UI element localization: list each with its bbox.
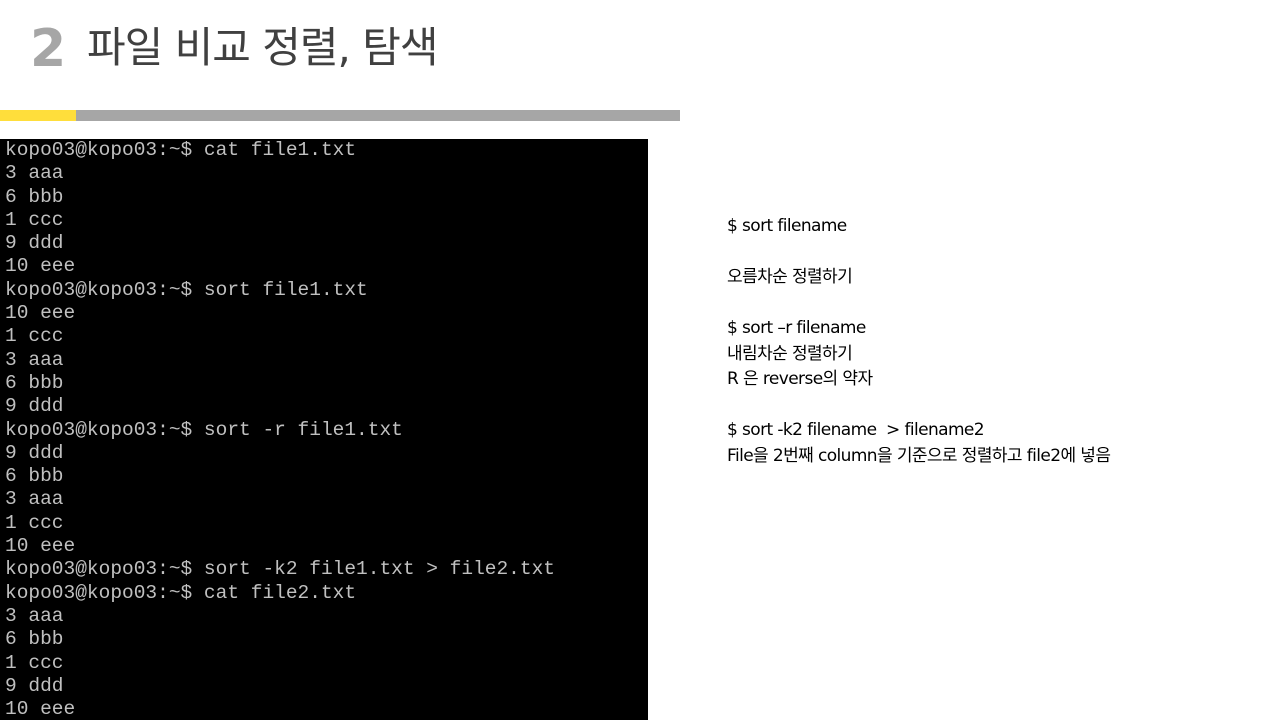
note-sort-command: $ sort filename	[727, 216, 847, 236]
note-reverse-description: 내림차순 정렬하기	[727, 343, 853, 364]
terminal-line: 1 ccc	[5, 208, 64, 231]
terminal-line: 6 bbb	[5, 465, 64, 488]
terminal-line: 3 aaa	[5, 488, 64, 511]
terminal-line: 10 eee	[5, 535, 76, 558]
title-underline-bar	[0, 110, 680, 121]
notes-panel: $ sort filename 오름차순 정렬하기 $ sort –r file…	[727, 214, 1267, 469]
terminal-line: kopo03@kopo03:~$ cat file2.txt	[5, 581, 357, 604]
terminal-line: 6 bbb	[5, 185, 64, 208]
terminal-line: 10 eee	[5, 698, 76, 720]
terminal-line: kopo03@kopo03:~$ sort file1.txt	[5, 278, 368, 301]
terminal-line: 10 eee	[5, 255, 76, 278]
note-spacer	[727, 393, 1267, 419]
terminal-line: 3 aaa	[5, 348, 64, 371]
terminal-line: 9 ddd	[5, 232, 64, 255]
terminal-line: 1 ccc	[5, 651, 64, 674]
terminal-line: 9 ddd	[5, 674, 64, 697]
title-underline-accent	[0, 110, 76, 121]
terminal-line: kopo03@kopo03:~$ cat file1.txt	[5, 139, 357, 161]
terminal-line: 1 ccc	[5, 511, 64, 534]
terminal-line: 6 bbb	[5, 371, 64, 394]
terminal-line: kopo03@kopo03:~$ sort -k2 file1.txt > fi…	[5, 558, 555, 581]
slide-number: 2	[30, 19, 67, 79]
note-spacer	[727, 291, 1267, 317]
terminal-line: 6 bbb	[5, 628, 64, 651]
note-reverse-command: $ sort –r filename	[727, 318, 866, 338]
note-spacer	[727, 240, 1267, 266]
terminal-screenshot: kopo03@kopo03:~$ cat file1.txt 3 aaa 6 b…	[0, 139, 648, 720]
title-underline-rest	[76, 110, 680, 121]
slide-title: 파일 비교 정렬, 탐색	[87, 23, 439, 72]
terminal-line: 9 ddd	[5, 441, 64, 464]
terminal-line: 1 ccc	[5, 325, 64, 348]
terminal-output: kopo03@kopo03:~$ cat file1.txt 3 aaa 6 b…	[0, 139, 648, 720]
terminal-line: 3 aaa	[5, 604, 64, 627]
note-sort-description: 오름차순 정렬하기	[727, 267, 853, 287]
terminal-line: kopo03@kopo03:~$ sort -r file1.txt	[5, 418, 403, 441]
note-key-description: File을 2번째 column을 기준으로 정렬하고 file2에 넣음	[727, 445, 1111, 466]
note-key-command: $ sort -k2 filename > filename2	[727, 420, 985, 440]
note-reverse-abbreviation: R 은 reverse의 약자	[727, 369, 873, 389]
terminal-line: 9 ddd	[5, 395, 64, 418]
terminal-line: 3 aaa	[5, 162, 64, 185]
terminal-line: 10 eee	[5, 302, 76, 325]
